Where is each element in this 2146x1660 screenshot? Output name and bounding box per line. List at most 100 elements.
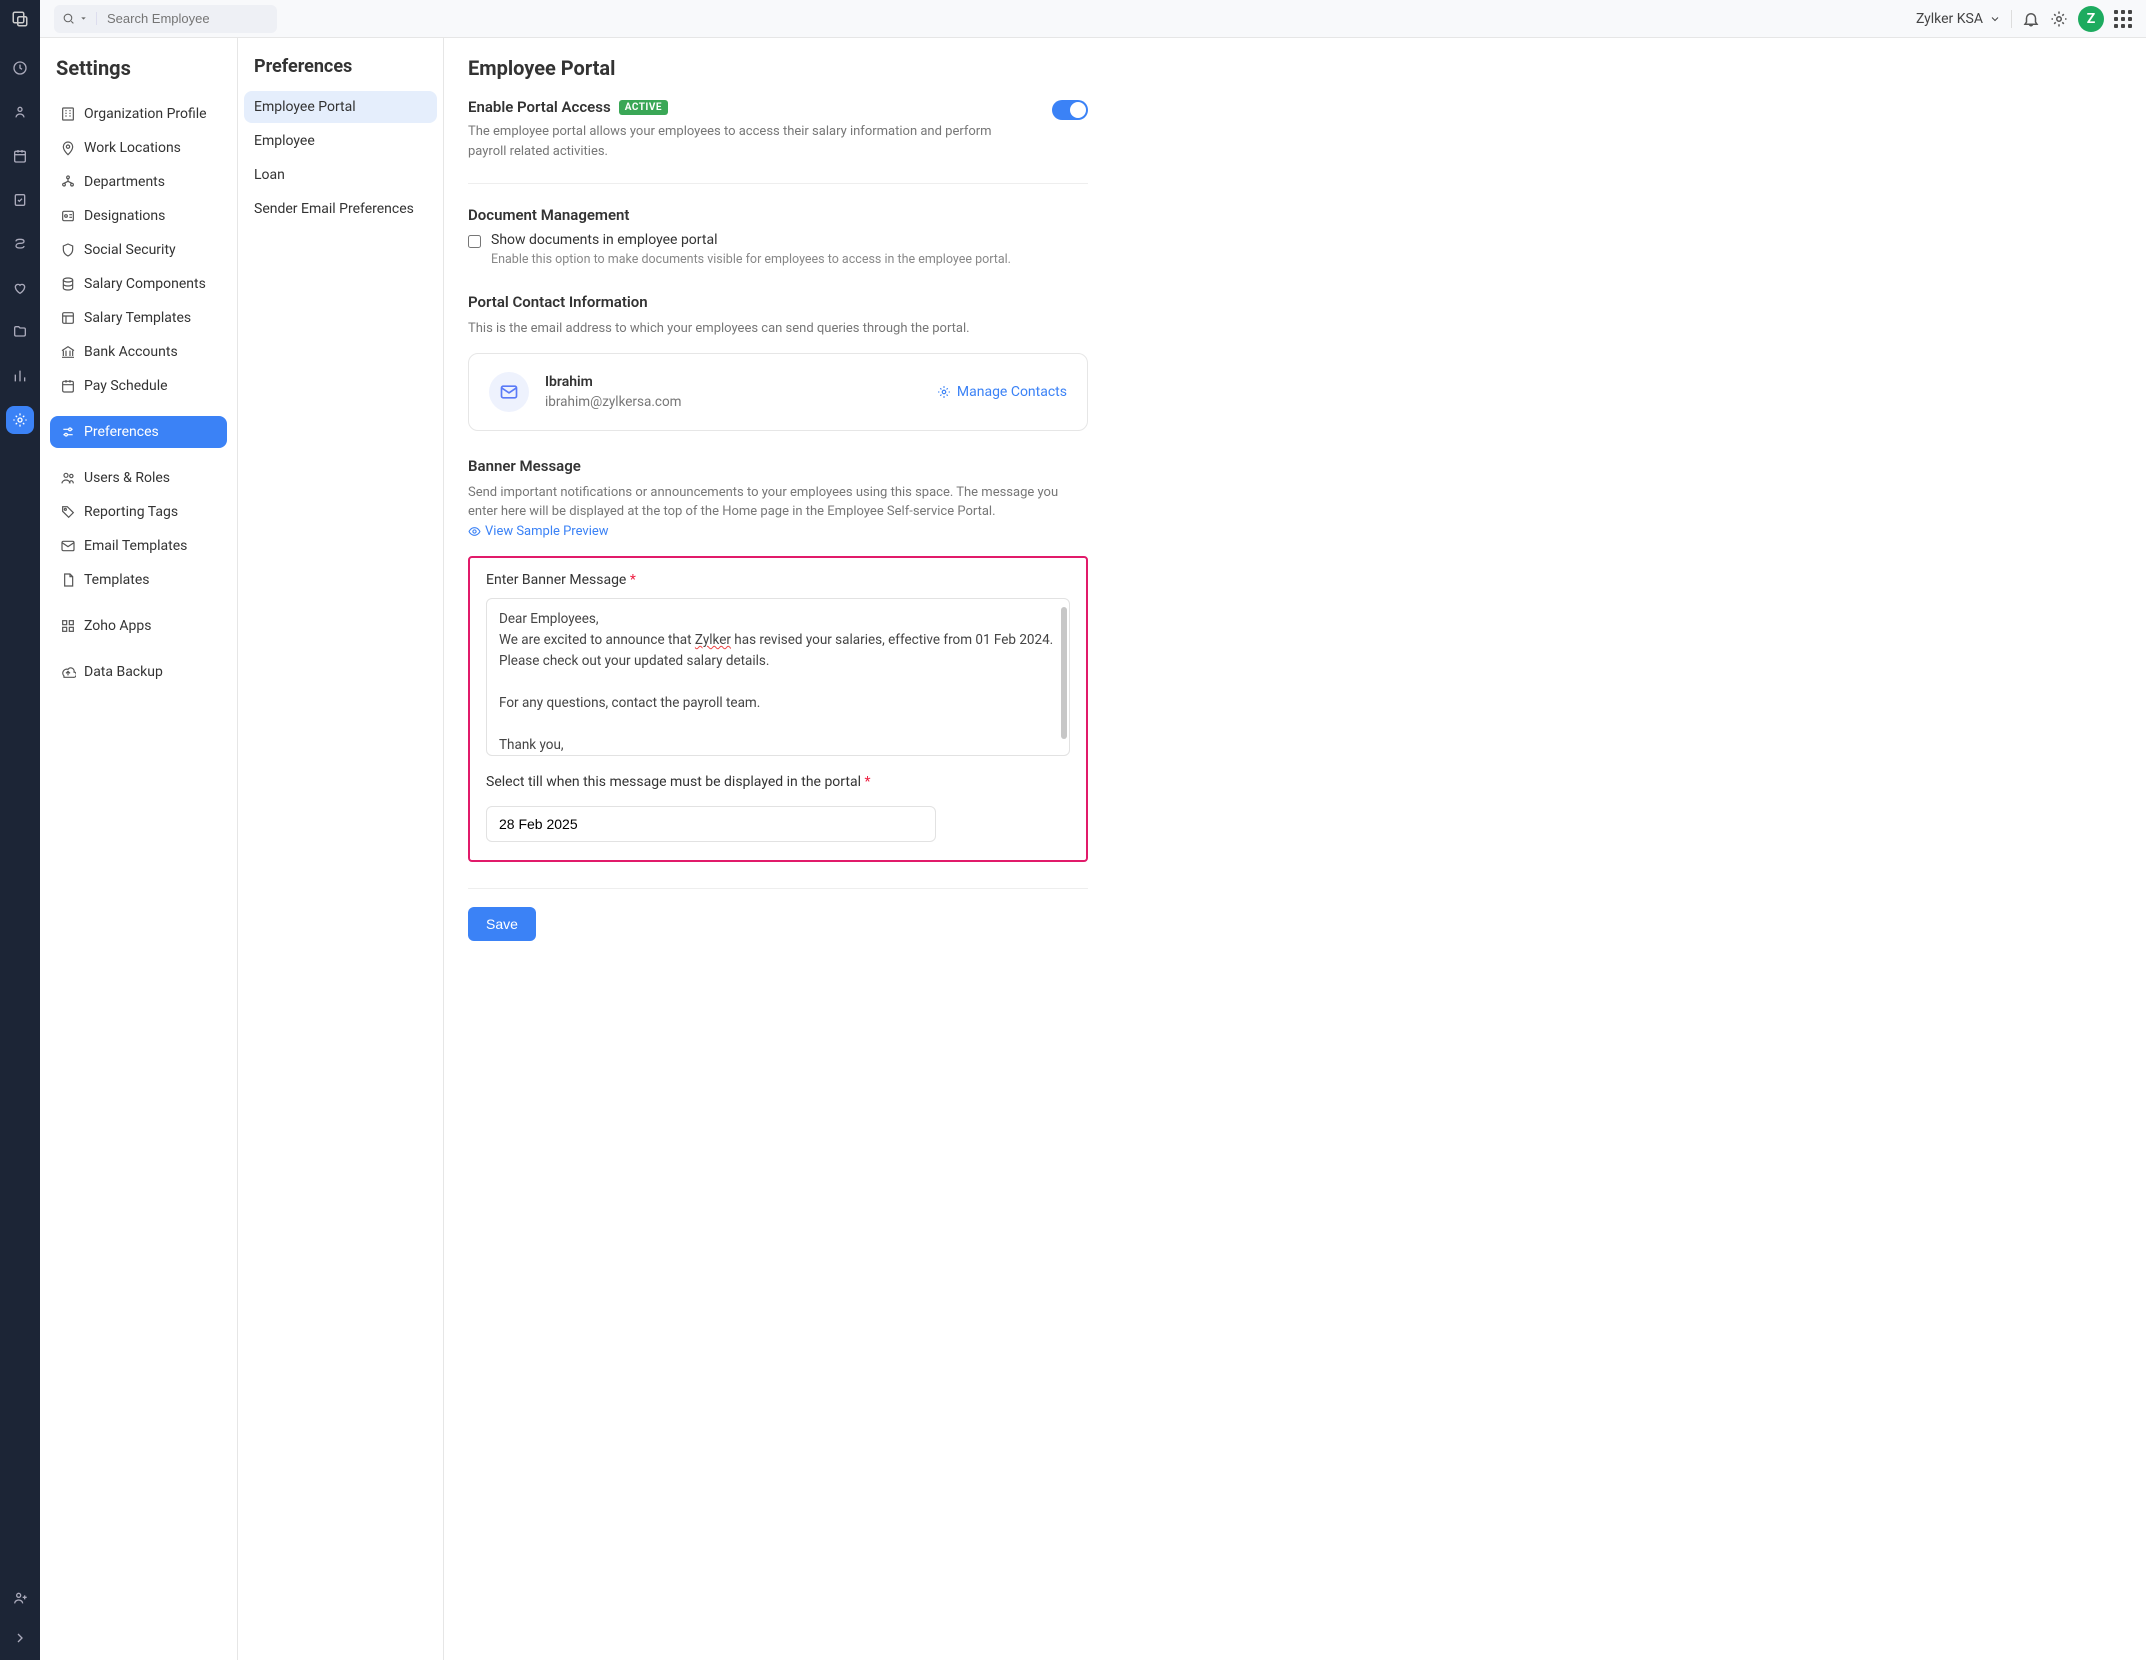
template-icon bbox=[60, 310, 76, 326]
nav-item-label: Social Security bbox=[84, 242, 176, 258]
document-management-section: Document Management Show documents in em… bbox=[468, 206, 1088, 267]
settings-item-work-locations[interactable]: Work Locations bbox=[50, 132, 227, 164]
settings-item-bank-accounts[interactable]: Bank Accounts bbox=[50, 336, 227, 368]
contact-title: Portal Contact Information bbox=[468, 293, 1088, 311]
show-documents-checkbox[interactable] bbox=[468, 235, 481, 248]
org-name: Zylker KSA bbox=[1916, 11, 1983, 27]
org-switcher[interactable]: Zylker KSA bbox=[1916, 11, 2001, 27]
pin-icon bbox=[60, 140, 76, 156]
eye-icon bbox=[468, 525, 481, 538]
settings-item-organization-profile[interactable]: Organization Profile bbox=[50, 98, 227, 130]
settings-icon[interactable] bbox=[2050, 10, 2068, 28]
notifications-icon[interactable] bbox=[2022, 10, 2040, 28]
banner-input-label: Enter Banner Message bbox=[486, 572, 626, 588]
banner-highlight-box: Enter Banner Message * Dear Employees, W… bbox=[468, 556, 1088, 862]
page-title: Employee Portal bbox=[468, 56, 2122, 80]
prefs-item-employee[interactable]: Employee bbox=[244, 125, 437, 157]
nav-item-label: Work Locations bbox=[84, 140, 181, 156]
nav-item-label: Users & Roles bbox=[84, 470, 170, 486]
settings-item-email-templates[interactable]: Email Templates bbox=[50, 530, 227, 562]
settings-item-reporting-tags[interactable]: Reporting Tags bbox=[50, 496, 227, 528]
rail-payroll-icon[interactable] bbox=[6, 142, 34, 170]
contact-desc: This is the email address to which your … bbox=[468, 319, 1088, 339]
nav-item-label: Salary Components bbox=[84, 276, 206, 292]
rail-documents-icon[interactable] bbox=[6, 318, 34, 346]
rail-approvals-icon[interactable] bbox=[6, 186, 34, 214]
rail-collapse-icon[interactable] bbox=[6, 1624, 34, 1652]
manage-contacts-label: Manage Contacts bbox=[957, 384, 1067, 400]
grid-icon bbox=[60, 618, 76, 634]
show-documents-label: Show documents in employee portal bbox=[491, 232, 1011, 248]
search-scope-dropdown[interactable] bbox=[54, 12, 97, 25]
enable-portal-toggle[interactable] bbox=[1052, 100, 1088, 120]
search-input[interactable] bbox=[97, 11, 277, 26]
scrollbar-thumb[interactable] bbox=[1061, 607, 1067, 739]
settings-sidebar: Settings Organization Profile Work Locati… bbox=[40, 38, 238, 1660]
rail-settings-icon[interactable] bbox=[6, 406, 34, 434]
users-icon bbox=[60, 470, 76, 486]
rail-loans-icon[interactable] bbox=[6, 230, 34, 258]
settings-item-social-security[interactable]: Social Security bbox=[50, 234, 227, 266]
nav-item-label: Designations bbox=[84, 208, 165, 224]
preferences-sidebar: Preferences Employee PortalEmployeeLoanS… bbox=[238, 38, 444, 1660]
contact-card: Ibrahim ibrahim@zylkersa.com Manage Cont… bbox=[468, 353, 1088, 431]
settings-item-zoho-apps[interactable]: Zoho Apps bbox=[50, 610, 227, 642]
banner-title: Banner Message bbox=[468, 457, 1088, 475]
doc-icon bbox=[60, 572, 76, 588]
top-bar: Zylker KSA Z bbox=[40, 0, 2146, 38]
nav-item-label: Zoho Apps bbox=[84, 618, 151, 634]
mail-icon bbox=[489, 372, 529, 412]
show-documents-desc: Enable this option to make documents vis… bbox=[491, 252, 1011, 267]
view-sample-preview-link[interactable]: View Sample Preview bbox=[468, 522, 609, 542]
badge-icon bbox=[60, 208, 76, 224]
search-box bbox=[54, 5, 277, 33]
rail-dashboard-icon[interactable] bbox=[6, 54, 34, 82]
settings-item-templates[interactable]: Templates bbox=[50, 564, 227, 596]
settings-title: Settings bbox=[56, 56, 221, 80]
nav-item-label: Reporting Tags bbox=[84, 504, 178, 520]
rail-employee-icon[interactable] bbox=[6, 98, 34, 126]
bank-icon bbox=[60, 344, 76, 360]
settings-item-salary-templates[interactable]: Salary Templates bbox=[50, 302, 227, 334]
settings-item-salary-components[interactable]: Salary Components bbox=[50, 268, 227, 300]
app-logo-icon[interactable] bbox=[0, 0, 40, 38]
shield-icon bbox=[60, 242, 76, 258]
settings-item-pay-schedule[interactable]: Pay Schedule bbox=[50, 370, 227, 402]
user-avatar[interactable]: Z bbox=[2078, 6, 2104, 32]
banner-message-textarea[interactable]: Dear Employees, We are excited to announ… bbox=[486, 598, 1070, 756]
settings-item-designations[interactable]: Designations bbox=[50, 200, 227, 232]
portal-contact-section: Portal Contact Information This is the e… bbox=[468, 293, 1088, 431]
content-area: Employee Portal Enable Portal Access ACT… bbox=[444, 38, 2146, 1660]
prefs-item-sender-email-preferences[interactable]: Sender Email Preferences bbox=[244, 193, 437, 225]
divider bbox=[2011, 10, 2012, 28]
apps-launcher-icon[interactable] bbox=[2114, 10, 2132, 28]
nav-item-label: Pay Schedule bbox=[84, 378, 168, 394]
settings-item-users-roles[interactable]: Users & Roles bbox=[50, 462, 227, 494]
settings-item-preferences[interactable]: Preferences bbox=[50, 416, 227, 448]
manage-contacts-link[interactable]: Manage Contacts bbox=[937, 384, 1067, 400]
contact-email: ibrahim@zylkersa.com bbox=[545, 394, 921, 410]
enable-portal-row: Enable Portal Access ACTIVE The employee… bbox=[468, 98, 1088, 184]
save-button[interactable]: Save bbox=[468, 907, 536, 941]
tree-icon bbox=[60, 174, 76, 190]
rail-benefits-icon[interactable] bbox=[6, 274, 34, 302]
nav-item-label: Bank Accounts bbox=[84, 344, 178, 360]
nav-item-label: Organization Profile bbox=[84, 106, 207, 122]
banner-date-input[interactable] bbox=[486, 806, 936, 842]
contact-name: Ibrahim bbox=[545, 374, 921, 390]
nav-item-label: Departments bbox=[84, 174, 165, 190]
settings-item-data-backup[interactable]: Data Backup bbox=[50, 656, 227, 688]
rail-profile-icon[interactable] bbox=[6, 1584, 34, 1612]
rail-reports-icon[interactable] bbox=[6, 362, 34, 390]
mail-icon bbox=[60, 538, 76, 554]
nav-item-label: Templates bbox=[84, 572, 150, 588]
prefs-item-employee-portal[interactable]: Employee Portal bbox=[244, 91, 437, 123]
enable-portal-label: Enable Portal Access bbox=[468, 98, 611, 116]
enable-portal-desc: The employee portal allows your employee… bbox=[468, 122, 1032, 161]
active-badge: ACTIVE bbox=[619, 100, 668, 115]
settings-item-departments[interactable]: Departments bbox=[50, 166, 227, 198]
nav-item-label: Preferences bbox=[84, 424, 159, 440]
sliders-icon bbox=[60, 424, 76, 440]
preferences-title: Preferences bbox=[254, 56, 427, 77]
prefs-item-loan[interactable]: Loan bbox=[244, 159, 437, 191]
